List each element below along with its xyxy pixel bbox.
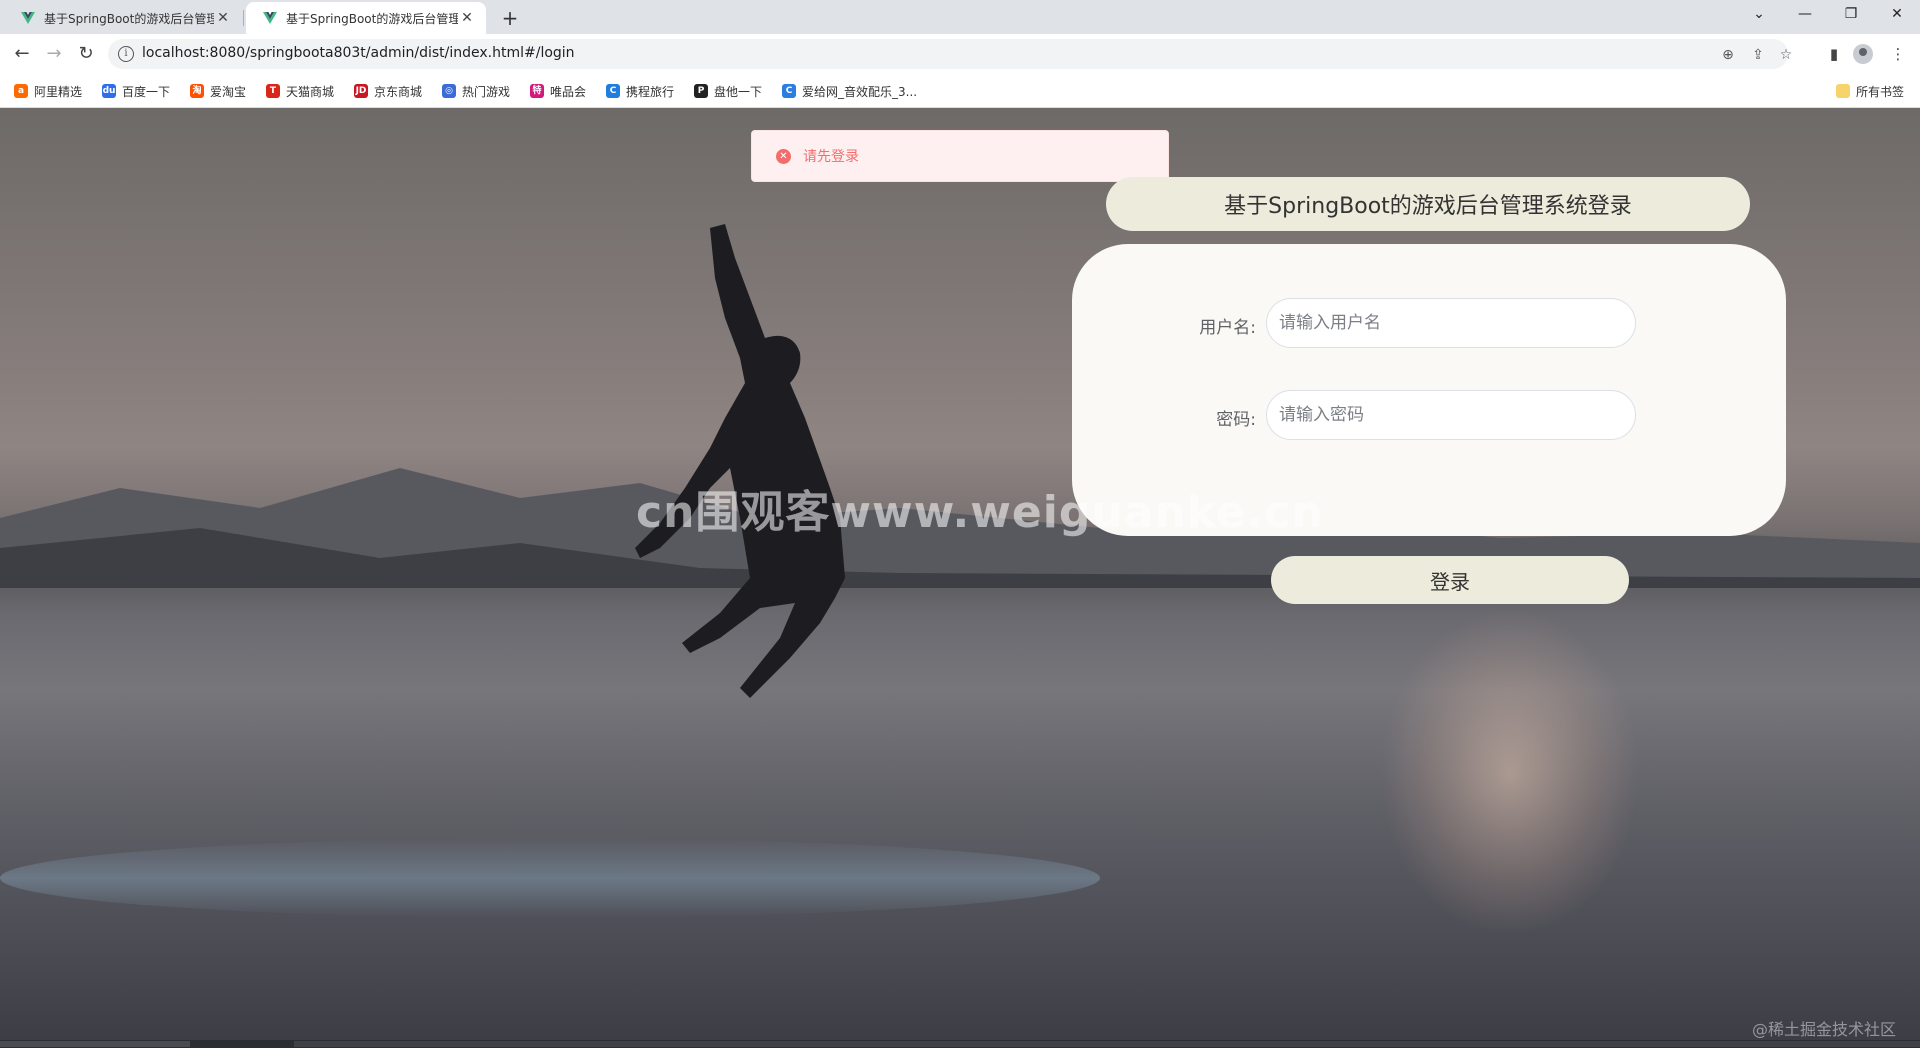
bookmark-icon: 淘 <box>190 84 204 98</box>
url-text[interactable]: localhost:8080/springboota803t/admin/dis… <box>142 45 575 61</box>
bookmark-item[interactable]: P 盘他一下 <box>694 82 762 100</box>
tab-title: 基于SpringBoot的游戏后台管理 <box>286 11 458 26</box>
vue-icon <box>21 12 35 24</box>
username-label: 用户名: <box>1199 318 1256 338</box>
bookmark-item[interactable]: C 携程旅行 <box>606 82 674 100</box>
bookmark-item[interactable]: C 爱给网_音效配乐_3... <box>782 82 917 100</box>
bookmark-item[interactable]: 淘爱淘宝 <box>190 82 246 100</box>
bookmark-icon: P <box>694 84 708 98</box>
tab-title: 基于SpringBoot的游戏后台管理 <box>44 11 214 26</box>
tab-strip: 基于SpringBoot的游戏后台管理 ✕ 基于SpringBoot的游戏后台管… <box>0 0 1920 34</box>
error-icon: ✕ <box>776 148 791 164</box>
watermark-text: cn围观客www.weiguanke.cn <box>636 487 1324 538</box>
bookmarks-bar: a 阿里精选 du 百度一下 淘爱淘宝 T 天猫商城 JD 京东商城 ◎ 热门游戏 特唯品… <box>0 74 1920 108</box>
share-icon[interactable]: ⇪ <box>1748 45 1768 65</box>
bookmarks-folder[interactable]: 所有书签 <box>1836 82 1904 100</box>
login-button[interactable]: 登录 <box>1271 556 1629 604</box>
password-label: 密码: <box>1216 410 1256 430</box>
browser-tab[interactable]: 基于SpringBoot的游戏后台管理 ✕ <box>4 2 242 34</box>
bookmark-icon: a <box>14 84 28 98</box>
side-panel-icon[interactable]: ▮ <box>1822 42 1846 66</box>
forward-icon[interactable]: → <box>40 40 68 68</box>
back-icon[interactable]: ← <box>8 40 36 68</box>
restore-icon[interactable]: ❐ <box>1828 0 1874 30</box>
folder-icon <box>1836 84 1850 98</box>
error-toast: ✕ 请先登录 <box>751 130 1169 182</box>
close-icon[interactable]: ✕ <box>458 10 476 26</box>
login-title-banner: 基于SpringBoot的游戏后台管理系统登录 <box>1106 177 1750 231</box>
bookmark-icon: C <box>782 84 796 98</box>
toast-message: 请先登录 <box>803 149 859 165</box>
password-input[interactable] <box>1266 390 1636 440</box>
menu-icon[interactable]: ⋮ <box>1886 42 1910 66</box>
address-bar[interactable]: i localhost:8080/springboota803t/admin/d… <box>108 39 1792 69</box>
star-icon[interactable]: ☆ <box>1776 45 1796 65</box>
username-input[interactable] <box>1266 298 1636 348</box>
browser-toolbar: ← → ↻ i localhost:8080/springboota803t/a… <box>0 34 1920 74</box>
bookmark-item[interactable]: a 阿里精选 <box>14 82 82 100</box>
bookmark-icon: T <box>266 84 280 98</box>
login-page: ✕ 请先登录 基于SpringBoot的游戏后台管理系统登录 用户名: 密码: … <box>0 108 1920 1048</box>
username-row: 用户名: <box>1072 298 1786 348</box>
minimize-icon[interactable]: — <box>1782 0 1828 30</box>
profile-avatar[interactable] <box>1853 44 1873 64</box>
bookmark-item[interactable]: T 天猫商城 <box>266 82 334 100</box>
bookmark-item[interactable]: ◎ 热门游戏 <box>442 82 510 100</box>
bookmark-icon: du <box>102 84 116 98</box>
site-info-icon[interactable]: i <box>118 46 134 62</box>
corner-watermark: @稀土掘金技术社区 <box>1752 1020 1897 1039</box>
bookmark-icon: JD <box>354 84 368 98</box>
bookmark-item[interactable]: 特唯品会 <box>530 82 586 100</box>
vue-icon <box>263 12 277 24</box>
bookmark-icon: C <box>606 84 620 98</box>
bookmark-icon: 特 <box>530 84 544 98</box>
tab-search-icon[interactable]: ⌄ <box>1736 0 1782 30</box>
reload-icon[interactable]: ↻ <box>72 40 100 68</box>
page-title: 基于SpringBoot的游戏后台管理系统登录 <box>1224 194 1632 219</box>
close-icon[interactable]: ✕ <box>214 10 232 26</box>
bookmark-icon: ◎ <box>442 84 456 98</box>
taskbar-segment <box>294 1041 1920 1047</box>
taskbar-segment <box>0 1041 190 1047</box>
wave-splash <box>0 838 1100 918</box>
browser-tab-active[interactable]: 基于SpringBoot的游戏后台管理 ✕ <box>246 2 486 34</box>
taskbar-strip <box>0 1040 1920 1048</box>
password-row: 密码: <box>1072 390 1786 440</box>
new-tab-icon[interactable]: + <box>496 4 524 32</box>
bookmark-item[interactable]: JD 京东商城 <box>354 82 422 100</box>
sun-reflection <box>1380 608 1640 938</box>
window-close-icon[interactable]: ✕ <box>1874 0 1920 30</box>
tab-divider <box>243 10 244 26</box>
bookmark-item[interactable]: du 百度一下 <box>102 82 170 100</box>
zoom-icon[interactable]: ⊕ <box>1718 45 1738 65</box>
